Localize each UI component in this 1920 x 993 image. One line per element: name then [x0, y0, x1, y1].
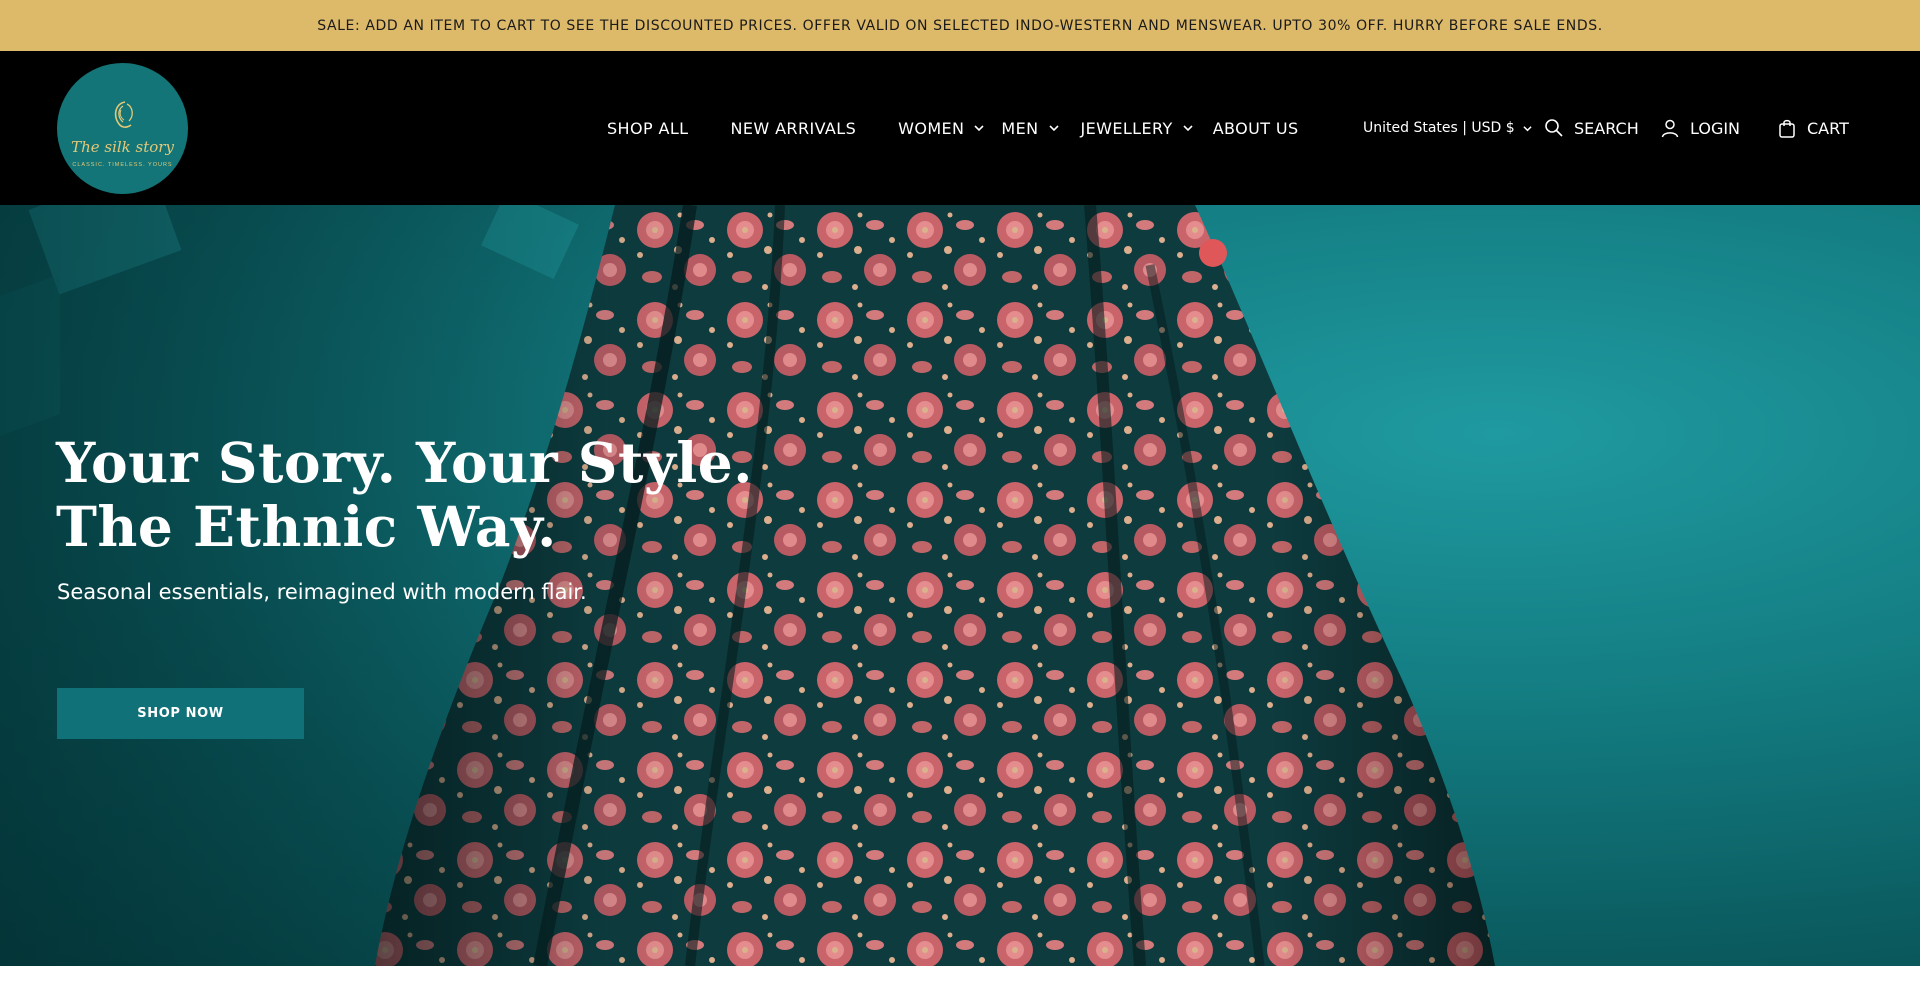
hero-banner: Your Story. Your Style. The Ethnic Way. …	[0, 205, 1920, 966]
login-label: LOGIN	[1690, 118, 1741, 138]
nav-women[interactable]: WOMEN	[898, 119, 984, 138]
site-logo[interactable]: The silk story CLASSIC. TIMELESS. YOURS	[57, 63, 188, 194]
chevron-down-icon	[1183, 125, 1193, 132]
chevron-down-icon	[974, 125, 984, 132]
chevron-down-icon	[1048, 125, 1059, 132]
nav-women-label: WOMEN	[898, 118, 965, 138]
search-icon	[1545, 119, 1563, 137]
nav-men-label: MEN	[1001, 118, 1039, 138]
hair-silhouette-icon	[114, 100, 133, 128]
cart-button[interactable]: CART	[1777, 51, 1849, 205]
login-button[interactable]: LOGIN	[1660, 51, 1740, 205]
nav-about-us[interactable]: ABOUT US	[1213, 119, 1299, 138]
nav-jewellery-label: JEWELLERY	[1080, 118, 1173, 138]
hero-subtitle: Seasonal essentials, reimagined with mod…	[57, 580, 587, 604]
nav-new-arrivals-label: NEW ARRIVALS	[730, 118, 857, 138]
user-icon	[1661, 119, 1679, 138]
nav-about-us-label: ABOUT US	[1212, 118, 1299, 138]
shop-now-button[interactable]: SHOP NOW	[57, 688, 304, 739]
country-selector[interactable]: United States | USD $	[1363, 51, 1532, 205]
hero-title-line1: Your Story. Your Style.	[56, 430, 753, 495]
search-label: SEARCH	[1574, 118, 1639, 138]
shopping-bag-icon	[1779, 119, 1795, 138]
search-button[interactable]: SEARCH	[1544, 51, 1639, 205]
nav-men[interactable]: MEN	[1001, 118, 1059, 138]
announcement-text: SALE: ADD AN ITEM TO CART TO SEE THE DIS…	[317, 17, 1603, 34]
site-header: The silk story CLASSIC. TIMELESS. YOURS …	[0, 51, 1920, 205]
announcement-bar: SALE: ADD AN ITEM TO CART TO SEE THE DIS…	[0, 0, 1920, 51]
cart-label: CART	[1807, 118, 1849, 138]
nav-new-arrivals[interactable]: NEW ARRIVALS	[731, 119, 857, 138]
main-nav: SHOP ALL NEW ARRIVALS WOMEN MEN JEWELLER…	[607, 51, 1299, 205]
logo-tagline: CLASSIC. TIMELESS. YOURS	[72, 161, 173, 168]
nav-shop-all-label: SHOP ALL	[607, 118, 689, 138]
nav-shop-all[interactable]: SHOP ALL	[607, 119, 689, 138]
country-selector-label: United States | USD $	[1363, 120, 1515, 136]
nav-jewellery[interactable]: JEWELLERY	[1081, 119, 1193, 138]
hero-title: Your Story. Your Style. The Ethnic Way.	[56, 431, 776, 559]
logo-brand: The silk story	[71, 137, 174, 156]
hero-title-line2: The Ethnic Way.	[56, 494, 557, 559]
chevron-down-icon	[1523, 125, 1532, 131]
